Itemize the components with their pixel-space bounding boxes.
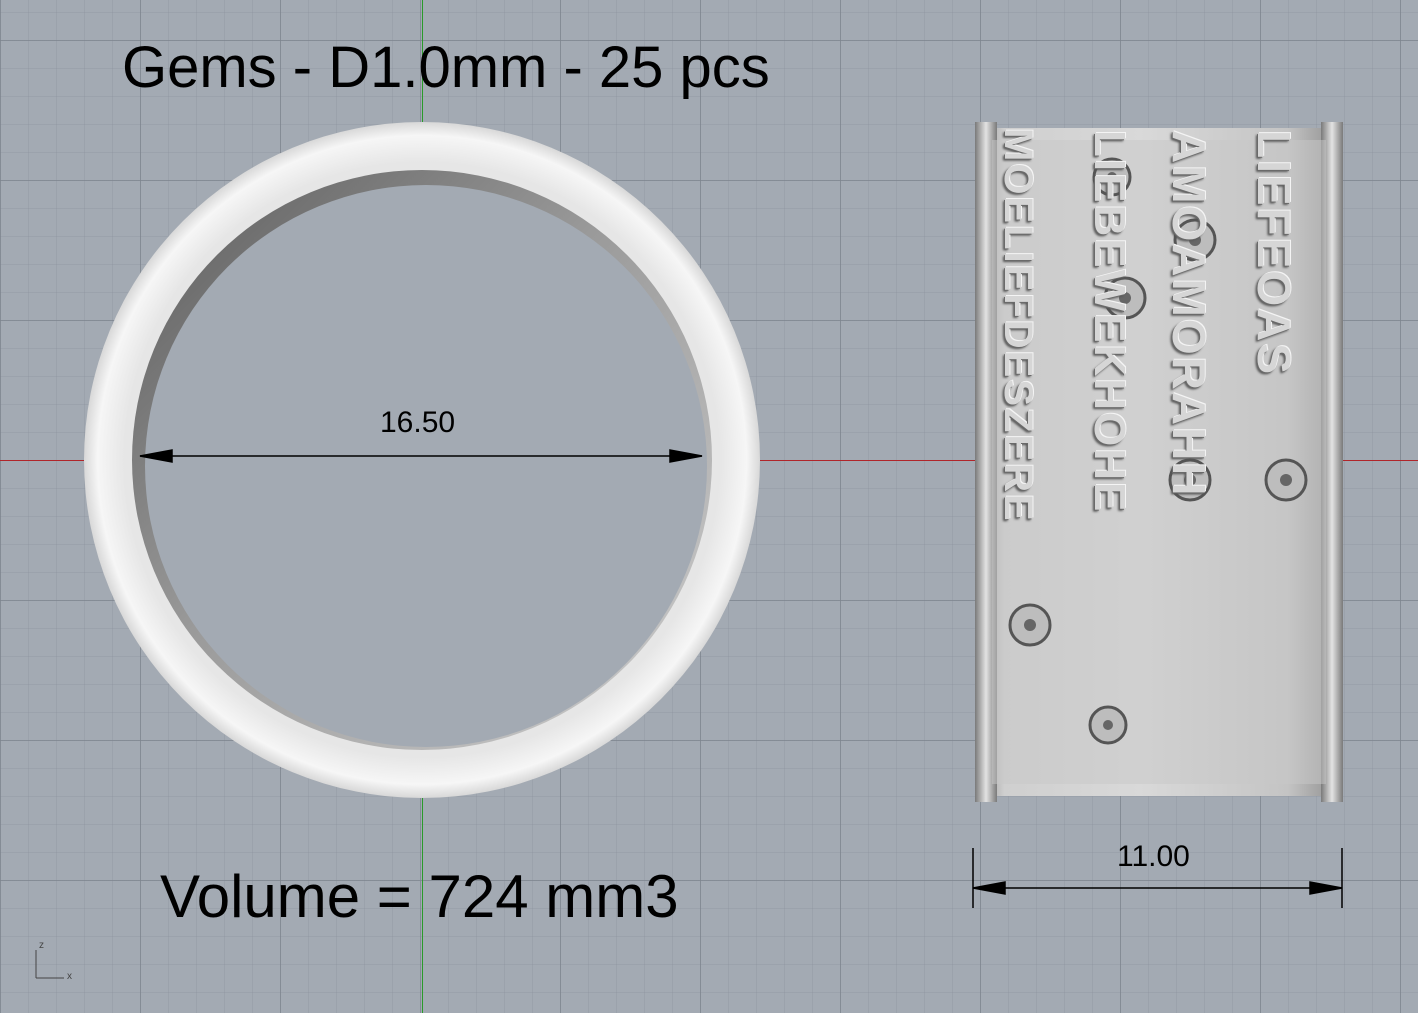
axis-gizmo-icon: z x — [30, 940, 80, 985]
3d-viewport[interactable]: MOELIEFDESZERE LIEBEWEKHOHE AMOAMORAHH L… — [0, 0, 1418, 1013]
band-engraving-col3: AMOAMORAHH — [1163, 130, 1215, 498]
band-engraving-col1: MOELIEFDESZERE — [996, 128, 1040, 523]
gizmo-x-label: x — [67, 971, 72, 982]
width-value: 11.00 — [1117, 840, 1190, 873]
band-engraving-col4: LIEFEOAS — [1248, 130, 1300, 377]
gems-title: Gems - D1.0mm - 25 pcs — [122, 35, 770, 100]
ring-front-view — [84, 122, 760, 798]
gizmo-z-label: z — [39, 940, 44, 951]
diameter-value: 16.50 — [380, 406, 456, 439]
band-engraving-col2: LIEBEWEKHOHE — [1085, 130, 1134, 514]
volume-label: Volume = 724 mm3 — [160, 863, 679, 930]
